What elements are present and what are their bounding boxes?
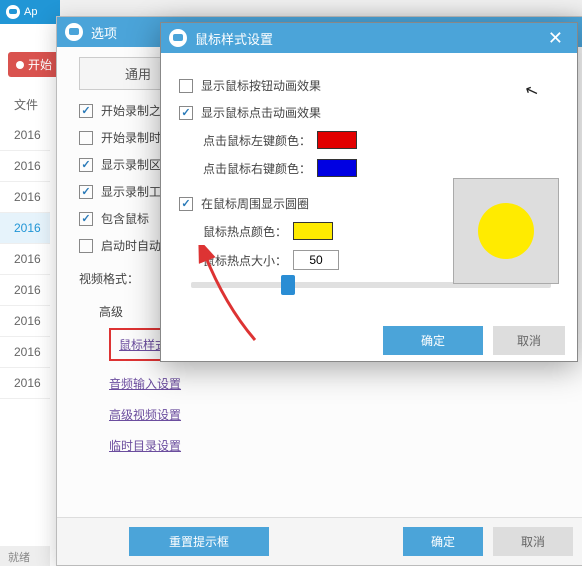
dialog-icon <box>65 23 83 41</box>
hotspot-color-label: 鼠标热点颜色： <box>203 223 287 240</box>
close-icon[interactable]: ✕ <box>542 28 569 49</box>
right-color-label: 点击鼠标右键颜色： <box>203 160 311 177</box>
sidebar-item[interactable]: 2016 <box>0 120 50 151</box>
check-click-anim[interactable]: 显示鼠标点击动画效果 <box>179 104 559 121</box>
reset-button[interactable]: 重置提示框 <box>129 527 269 556</box>
checkbox-icon <box>179 197 193 211</box>
app-window: Ap 开始 文件 2016201620162016201620162016201… <box>0 0 60 566</box>
check-label: 开始录制之 <box>101 102 161 119</box>
sidebar-item[interactable]: 2016 <box>0 337 50 368</box>
app-titlebar: Ap <box>0 0 60 24</box>
sidebar-item[interactable]: 2016 <box>0 244 50 275</box>
sidebar-item[interactable]: 2016 <box>0 275 50 306</box>
ok-button[interactable]: 确定 <box>383 326 483 355</box>
sidebar-item[interactable]: 2016 <box>0 368 50 399</box>
left-color-row: 点击鼠标左键颜色： <box>203 131 559 149</box>
mouse-titlebar: 鼠标样式设置 ✕ <box>161 23 577 53</box>
left-color-label: 点击鼠标左键颜色： <box>203 132 311 149</box>
check-label: 显示录制区 <box>101 156 161 173</box>
status-text: 就绪 <box>8 552 30 564</box>
check-label: 显示鼠标点击动画效果 <box>201 104 321 121</box>
slider-thumb[interactable] <box>281 275 295 295</box>
cancel-button[interactable]: 取消 <box>493 527 573 556</box>
mouse-title: 鼠标样式设置 <box>195 29 273 48</box>
hotspot-color-swatch[interactable] <box>293 222 333 240</box>
sidebar-item[interactable]: 2016 <box>0 182 50 213</box>
mouse-footer: 确定 取消 <box>161 319 577 361</box>
app-icon <box>6 5 20 19</box>
sidebar-item[interactable]: 2016 <box>0 151 50 182</box>
preview-circle <box>478 203 534 259</box>
sidebar-item[interactable]: 2016 <box>0 213 50 244</box>
checkbox-icon <box>79 185 93 199</box>
check-label: 显示鼠标按钮动画效果 <box>201 77 321 94</box>
options-title: 选项 <box>91 23 117 42</box>
app-title: Ap <box>24 6 37 18</box>
check-label: 启动时自动 <box>101 237 161 254</box>
checkbox-icon <box>79 158 93 172</box>
check-button-anim[interactable]: 显示鼠标按钮动画效果 <box>179 77 559 94</box>
right-color-swatch[interactable] <box>317 159 357 177</box>
checkbox-icon <box>179 106 193 120</box>
checkbox-icon <box>79 239 93 253</box>
right-color-row: 点击鼠标右键颜色： <box>203 159 559 177</box>
options-footer: 重置提示框 确定 取消 <box>57 517 582 565</box>
checkbox-icon <box>79 212 93 226</box>
mouse-style-dialog: 鼠标样式设置 ✕ 显示鼠标按钮动画效果 显示鼠标点击动画效果 点击鼠标左键颜色：… <box>160 22 578 362</box>
hotspot-size-input[interactable] <box>293 250 339 270</box>
sidebar-list: 201620162016201620162016201620162016 <box>0 120 50 399</box>
check-label: 显示录制工 <box>101 183 161 200</box>
link-audio-input[interactable]: 音频输入设置 <box>109 375 563 392</box>
sidebar-item[interactable]: 2016 <box>0 306 50 337</box>
preview-box <box>453 178 559 284</box>
ok-button[interactable]: 确定 <box>403 527 483 556</box>
check-label: 在鼠标周围显示圆圈 <box>201 195 309 212</box>
link-adv-video[interactable]: 高级视频设置 <box>109 406 563 423</box>
mouse-body: 显示鼠标按钮动画效果 显示鼠标点击动画效果 点击鼠标左键颜色： 点击鼠标右键颜色… <box>161 53 577 302</box>
statusbar: 就绪 <box>0 546 50 566</box>
link-temp-dir[interactable]: 临时目录设置 <box>109 437 563 454</box>
checkbox-icon <box>179 79 193 93</box>
hotspot-size-label: 鼠标热点大小： <box>203 252 287 269</box>
record-button[interactable]: 开始 <box>8 52 60 77</box>
dialog-icon <box>169 29 187 47</box>
check-label: 开始录制时 <box>101 129 161 146</box>
file-label: 文件 <box>14 96 38 113</box>
record-label: 开始 <box>28 56 52 73</box>
checkbox-icon <box>79 131 93 145</box>
left-color-swatch[interactable] <box>317 131 357 149</box>
checkbox-icon <box>79 104 93 118</box>
cancel-button[interactable]: 取消 <box>493 326 565 355</box>
check-label: 包含鼠标 <box>101 210 149 227</box>
